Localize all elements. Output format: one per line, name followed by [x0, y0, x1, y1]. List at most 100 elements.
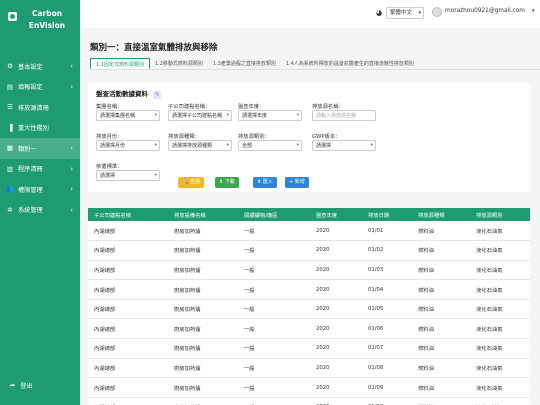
column-header[interactable]: 排放源類別 — [470, 208, 530, 221]
emission-month-value: 請選擇月份 — [100, 143, 126, 149]
language-value: 繁體中文 — [390, 10, 413, 16]
brand-line2: EnVision — [28, 21, 66, 30]
emission-source-name-input[interactable]: 請輸入排放源名稱 — [312, 110, 376, 121]
brand: Carbon EnVision — [0, 8, 80, 32]
sidebar-item-label: 填報設定 — [18, 84, 43, 92]
user-email[interactable]: morazhou0921@gmail.com — [445, 8, 525, 14]
table-row[interactable]: 內湖總部 廚房加熱爐 一般 2020 01/05 燃料油 液化石油氣 — [88, 299, 530, 320]
subsidiary-site-select[interactable]: 請選擇子公司建點名稱 ▾ — [168, 110, 232, 121]
chevron-right-icon: › — [70, 82, 73, 91]
emission-source-type-label: 排放源種類： — [168, 134, 200, 140]
table-cell: 01/06 — [362, 318, 412, 340]
users-icon: 👥 — [6, 185, 15, 194]
tab-2[interactable]: 1.2移動式燃料源類別 — [150, 58, 208, 69]
table-cell: 內湖總部 — [88, 397, 168, 405]
chevron-down-icon: ▾ — [296, 143, 299, 148]
chevron-down-icon: ▾ — [226, 143, 229, 148]
sidebar-item-basic-settings[interactable]: ⚙ 基本設定 › — [0, 56, 80, 77]
table-cell: 2020 — [310, 358, 362, 379]
table-row[interactable]: 內湖總部廚房加熱爐一般202001/10燃料油液化石油氣 — [88, 397, 530, 405]
tab-4[interactable]: 1.4人為系統所釋放的溫室氣體產生的直接逸散性排放類別 — [281, 58, 419, 69]
import-button[interactable]: ⬆ 匯入 — [253, 177, 277, 188]
language-select[interactable]: 繁體中文 ▾ — [386, 7, 424, 19]
table-cell: 一般 — [238, 338, 310, 359]
table-cell: 廚房加熱爐 — [168, 397, 238, 405]
group-name-select[interactable]: 請選擇集團名稱 ▾ — [96, 110, 160, 121]
sidebar-item-system-management[interactable]: ✲ 系統管理 › — [0, 200, 80, 221]
table-row[interactable]: 內湖總部 廚房加熱爐 一般 2020 01/01 燃料油 液化石油氣 — [88, 221, 530, 242]
group-name-value: 請選擇集團名稱 — [100, 113, 136, 119]
table-cell: 燃料油 — [412, 240, 470, 261]
tab-3[interactable]: 1.3產業過程之直接排放類別 — [208, 58, 281, 69]
chevron-right-icon: › — [70, 62, 73, 71]
form-icon: ▤ — [6, 82, 14, 91]
sidebar-item-emission-source-list[interactable]: ☰ 排放源清冊 — [0, 97, 80, 118]
table-cell: 01/10 — [362, 397, 412, 405]
table-row[interactable]: 內湖總部 廚房加熱爐 一般 2020 01/08 燃料油 液化石油氣 — [88, 358, 530, 379]
tab-1[interactable]: 1.1固定式燃料源類別 — [90, 58, 150, 69]
column-header[interactable]: 排放源種類 — [412, 208, 470, 221]
gwp-version-value: 請選擇 — [316, 143, 332, 149]
search-button-label: 查詢 — [189, 179, 200, 185]
table-cell: 燃料油 — [412, 260, 470, 281]
inventory-year-select[interactable]: 請選擇年度 ▾ — [238, 110, 302, 121]
table-cell: 一般 — [238, 397, 310, 405]
table-cell: 一般 — [238, 221, 310, 242]
sidebar-item-process-list[interactable]: ▥ 程序清冊 › — [0, 159, 80, 180]
edit-icon[interactable]: ✎ — [153, 91, 162, 99]
table-cell: 一般 — [238, 318, 310, 340]
add-button[interactable]: + 新增 — [285, 177, 309, 188]
table-cell: 內湖總部 — [88, 299, 168, 320]
column-header[interactable]: 排放日期 — [362, 208, 412, 221]
table-row[interactable]: 內湖總部 廚房加熱爐 一般 2020 01/09 燃料油 液化石油氣 — [88, 377, 530, 398]
emission-source-category-label: 排放源類別： — [238, 134, 270, 140]
gwp-version-select[interactable]: 請選擇 ▾ — [312, 140, 376, 151]
subsidiary-site-label: 子公司建點名稱： — [168, 104, 211, 110]
logout-button[interactable]: ➦ 登出 — [10, 381, 33, 390]
column-header[interactable]: 子公司建點名稱 — [88, 208, 168, 221]
chevron-down-icon[interactable]: ▾ — [532, 8, 535, 14]
chevron-down-icon: ▾ — [226, 113, 229, 118]
compliance-standard-select[interactable]: 請選擇 ▾ — [96, 170, 160, 181]
table-row[interactable]: 內湖總部 廚房加熱爐 一般 2020 01/07 燃料油 液化石油氣 — [88, 338, 530, 359]
sidebar-item-category-one[interactable]: ▦ 類別一 › — [0, 138, 80, 159]
search-button[interactable]: 🔍 查詢 — [178, 177, 204, 188]
section-title-text: 盤查活動數據資料 — [96, 90, 148, 98]
chevron-down-icon: ▾ — [154, 113, 157, 118]
avatar[interactable] — [432, 7, 442, 17]
sidebar-item-report-settings[interactable]: ▤ 填報設定 › — [0, 77, 80, 98]
bar-chart-icon: ▐ — [7, 123, 13, 132]
table-cell: 液化石油氣 — [470, 358, 530, 379]
globe-icon: ◕ — [376, 9, 383, 17]
emission-month-select[interactable]: 請選擇月份 ▾ — [96, 140, 160, 151]
category-tabs: 1.1固定式燃料源類別 1.2移動式燃料源類別 1.3產業過程之直接排放類別 1.4人… — [90, 58, 540, 70]
settings-icon: ✲ — [7, 205, 13, 214]
chevron-right-icon: › — [70, 185, 73, 194]
table-cell: 燃料油 — [412, 338, 470, 359]
sidebar-item-label: 權限管理 — [18, 186, 43, 194]
chevron-down-icon: ▾ — [154, 143, 157, 148]
download-button[interactable]: ⬇ 下載 — [215, 177, 239, 188]
table-cell: 液化石油氣 — [470, 299, 530, 320]
sidebar-item-permission-management[interactable]: 👥 權限管理 › — [0, 179, 80, 200]
emission-source-category-select[interactable]: 全部 ▾ — [238, 140, 302, 151]
table-row[interactable]: 內湖總部 廚房加熱爐 一般 2020 01/03 燃料油 液化石油氣 — [88, 260, 530, 281]
column-header[interactable]: 盤查年度 — [310, 208, 362, 221]
column-header[interactable]: 排放設備名稱 — [168, 208, 238, 221]
table-cell: 液化石油氣 — [470, 260, 530, 281]
sidebar-item-label: 基本設定 — [18, 63, 43, 71]
table-cell: 燃料油 — [412, 279, 470, 300]
table-row[interactable]: 內湖總部 廚房加熱爐 一般 2020 01/02 燃料油 液化石油氣 — [88, 240, 530, 261]
sidebar: Carbon EnVision ⚙ 基本設定 › ▤ 填報設定 › ☰ 排放源清冊 ▐ 重大性鑑別… — [0, 0, 80, 405]
table-cell: 一般 — [238, 240, 310, 261]
compliance-standard-label: 依循標準： — [96, 164, 123, 170]
table-cell: 燃料油 — [412, 358, 470, 379]
sidebar-item-materiality-assessment[interactable]: ▐ 重大性鑑別 — [0, 118, 80, 139]
emission-source-type-select[interactable]: 請選擇排放源種類 ▾ — [168, 140, 232, 151]
column-header[interactable]: 開讀讀物/廠區 — [238, 208, 310, 221]
sidebar-item-label: 重大性鑑別 — [18, 125, 49, 133]
data-table-container[interactable]: 子公司建點名稱 排放設備名稱 開讀讀物/廠區 盤查年度 排放日期 排放源種類 排放源類別 內… — [88, 208, 530, 405]
table-row[interactable]: 內湖總部 廚房加熱爐 一般 2020 01/04 燃料油 液化石油氣 — [88, 279, 530, 300]
table-cell: 廚房加熱爐 — [168, 240, 238, 261]
table-row[interactable]: 內湖總部 廚房加熱爐 一般 2020 01/06 燃料油 液化石油氣 — [88, 318, 530, 340]
